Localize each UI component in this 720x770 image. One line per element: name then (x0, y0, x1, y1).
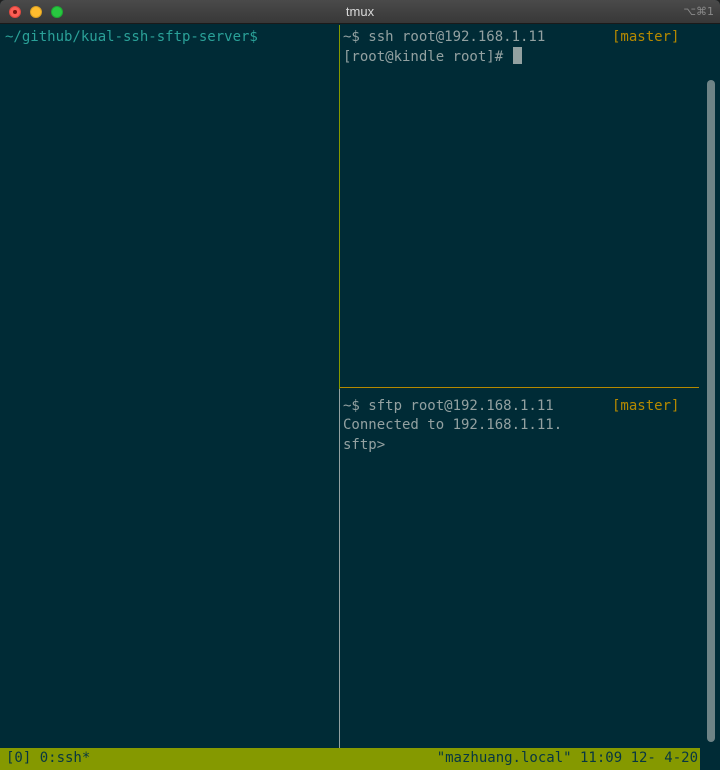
pane-divider-vertical-top[interactable] (339, 25, 340, 389)
remote-prompt-line: [root@kindle root]# (343, 47, 522, 67)
shell-prompt: ~/github/kual-ssh-sftp-server$ (5, 29, 258, 45)
title-bar[interactable]: tmux ⌥⌘1 (0, 0, 720, 24)
tmux-status-bar: [0] 0:ssh* "mazhuang.local" 11:09 12- 4-… (0, 748, 720, 770)
prompt-symbol: ~$ (343, 398, 360, 414)
status-bar-edge (700, 748, 720, 770)
prompt-symbol: ~$ (343, 29, 360, 45)
window-shortcut-label: ⌥⌘1 (683, 5, 714, 18)
remote-prompt: [root@kindle root]# (343, 49, 512, 65)
window-list[interactable]: [0] 0:ssh* (6, 748, 90, 768)
pane-bottom-right[interactable]: ~$ sftp root@192.168.1.11 [master] Conne… (341, 389, 699, 748)
ssh-command-line: ~$ ssh root@192.168.1.11 (343, 28, 545, 47)
scrollbar-thumb[interactable] (707, 80, 715, 742)
sftp-command-line: ~$ sftp root@192.168.1.11 (343, 397, 554, 416)
ssh-command: ssh root@192.168.1.11 (359, 29, 546, 45)
sftp-command: sftp root@192.168.1.11 (359, 398, 554, 414)
terminal-window: tmux ⌥⌘1 ~/github/kual-ssh-sftp-server$ … (0, 0, 720, 770)
pane-divider-horizontal[interactable] (340, 387, 699, 388)
sftp-prompt: sftp> (343, 437, 386, 453)
window-title: tmux (345, 4, 375, 19)
sftp-connected-message: Connected to 192.168.1.11. (343, 417, 563, 433)
status-host-time: "mazhuang.local" 11:09 12- 4-20 (436, 750, 698, 766)
git-branch-indicator: [master] (612, 29, 680, 45)
pane-divider-vertical-bottom[interactable] (339, 389, 340, 748)
pane-top-right[interactable]: ~$ ssh root@192.168.1.11 [master] [root@… (341, 25, 699, 387)
terminal-cursor (512, 47, 522, 64)
git-branch-indicator: [master] (612, 398, 680, 414)
pane-left[interactable]: ~/github/kual-ssh-sftp-server$ (0, 25, 339, 748)
